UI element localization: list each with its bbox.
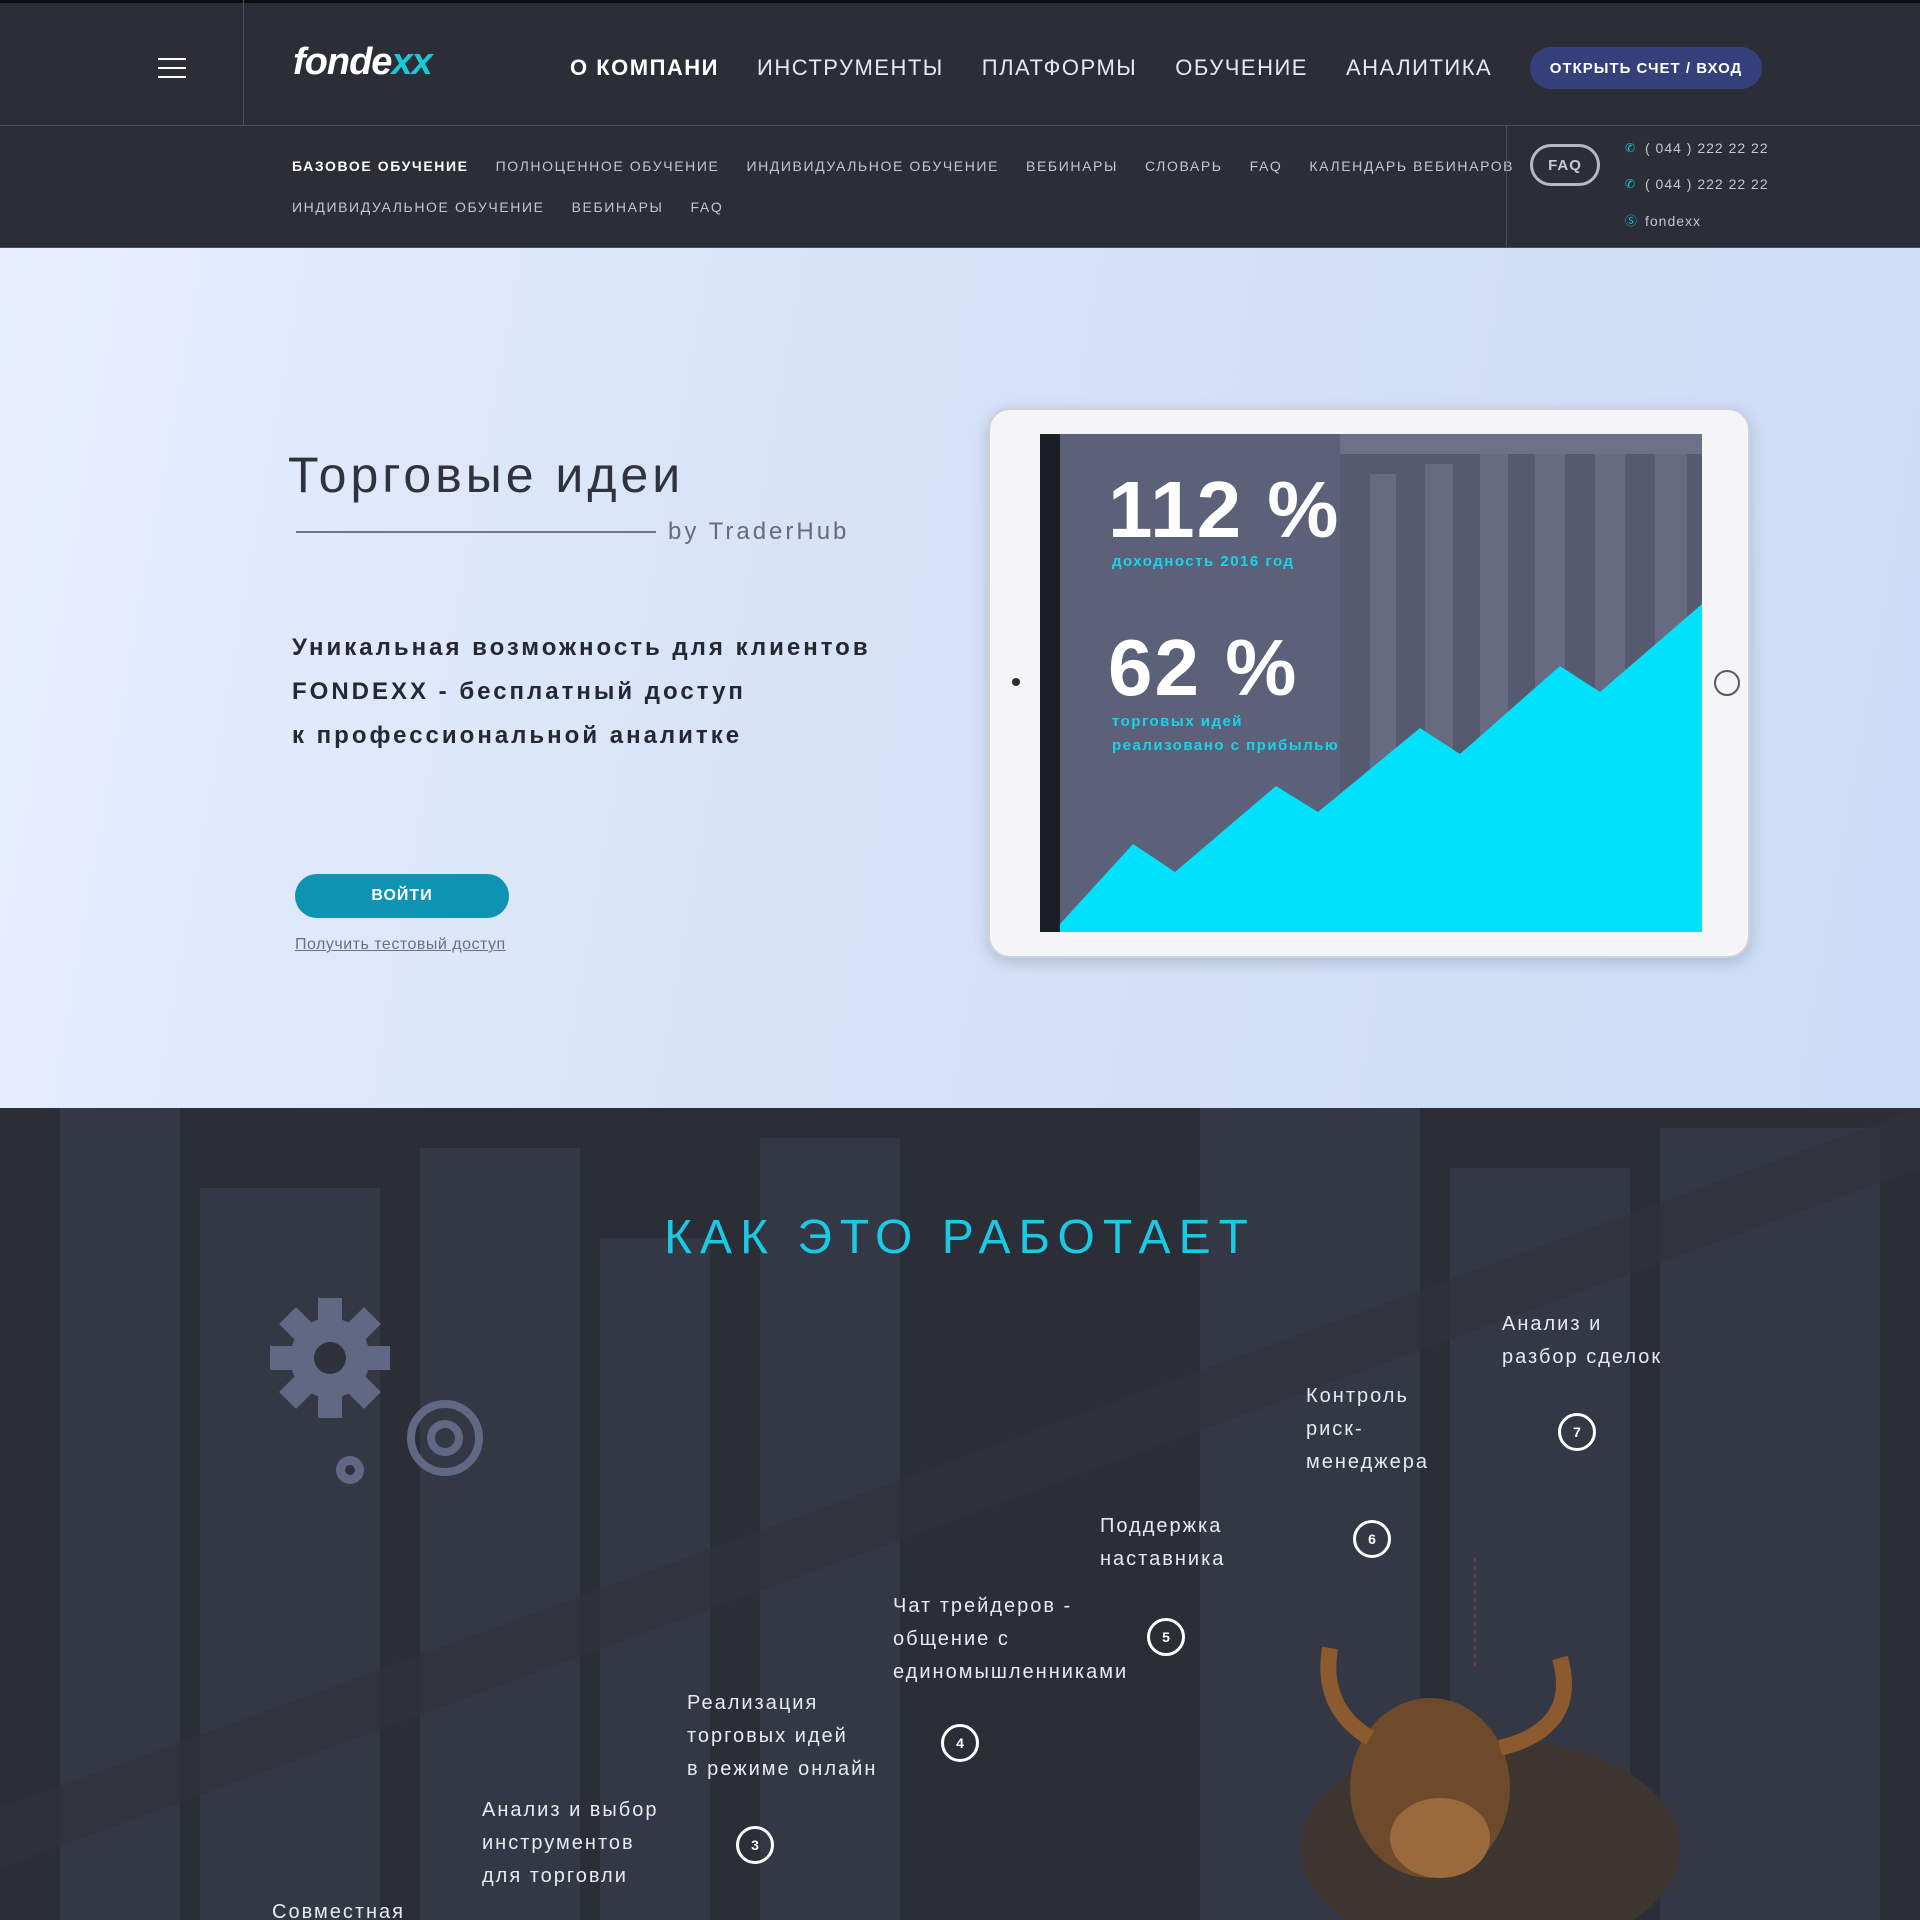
subnav-individual[interactable]: ИНДИВИДУАЛЬНОЕ ОБУЧЕНИЕ — [746, 158, 999, 174]
hero-title: Торговые идеи — [288, 447, 685, 503]
test-access-link[interactable]: Получить тестовый доступ — [295, 936, 506, 954]
step-4-number: 4 — [941, 1724, 979, 1762]
subnav-faq-2[interactable]: FAQ — [691, 199, 724, 215]
divider — [1506, 126, 1507, 248]
subnav-glossary[interactable]: СЛОВАРЬ — [1145, 158, 1223, 174]
home-button-icon — [1714, 670, 1740, 696]
phone-contact[interactable]: ✆( 044 ) 222 22 22 — [1625, 176, 1769, 192]
logo[interactable]: fondexx — [293, 41, 433, 84]
stat-label-2: торговых идей — [1112, 713, 1244, 730]
subnav-webinars-2[interactable]: ВЕБИНАРЫ — [572, 199, 664, 215]
open-account-button[interactable]: ОТКРЫТЬ СЧЕТ / ВХОД — [1530, 47, 1762, 89]
top-navigation: fondexx О КОМПАНИ ИНСТРУМЕНТЫ ПЛАТФОРМЫ … — [0, 0, 1920, 126]
hero-subtitle: by TraderHub — [668, 518, 850, 545]
camera — [1012, 678, 1020, 686]
hero-section: Торговые идеи by TraderHub Уникальная во… — [0, 248, 1920, 1108]
main-nav: О КОМПАНИ ИНСТРУМЕНТЫ ПЛАТФОРМЫ ОБУЧЕНИЕ… — [570, 55, 1492, 81]
step-3-text: Анализ и выбор инструментов для торговли — [482, 1799, 659, 1887]
stat-value-2: 62 % — [1108, 623, 1299, 712]
nav-education[interactable]: ОБУЧЕНИЕ — [1175, 55, 1308, 81]
how-it-works-section: КАК ЭТО РАБОТАЕТ Анализ и разбор сделок 7… — [0, 1108, 1920, 1920]
phone-icon: ✆ — [1625, 141, 1637, 155]
nav-analytics[interactable]: АНАЛИТИКА — [1346, 55, 1492, 81]
hero-description: Уникальная возможность для клиентов FOND… — [292, 634, 871, 749]
nav-platforms[interactable]: ПЛАТФОРМЫ — [982, 55, 1137, 81]
sub-navigation: БАЗОВОЕ ОБУЧЕНИЕ ПОЛНОЦЕННОЕ ОБУЧЕНИЕ ИН… — [0, 126, 1920, 248]
phone-icon: ✆ — [1625, 177, 1637, 191]
subnav-basic[interactable]: БАЗОВОЕ ОБУЧЕНИЕ — [292, 158, 469, 174]
skype-icon: Ⓢ — [1625, 214, 1639, 228]
gear-icon — [336, 1456, 364, 1484]
step-7-text: Анализ и разбор сделок — [1502, 1313, 1663, 1368]
login-button[interactable]: ВОЙТИ — [295, 874, 509, 918]
step-5-number: 5 — [1147, 1618, 1185, 1656]
subnav-faq[interactable]: FAQ — [1250, 158, 1283, 174]
step-4-text: Реализация торговых идей в режиме онлайн — [687, 1692, 878, 1780]
nav-instruments[interactable]: ИНСТРУМЕНТЫ — [757, 55, 944, 81]
step-risk-text: Контроль риск-менеджера — [1306, 1385, 1430, 1473]
subnav-calendar[interactable]: КАЛЕНДАРЬ ВЕБИНАРОВ — [1309, 158, 1514, 174]
subnav-row: БАЗОВОЕ ОБУЧЕНИЕ ПОЛНОЦЕННОЕ ОБУЧЕНИЕ ИН… — [292, 158, 1514, 174]
step-7-number: 7 — [1558, 1413, 1596, 1451]
gear-icon — [270, 1298, 390, 1418]
step-3-number: 3 — [736, 1826, 774, 1864]
step-6-text: Поддержка наставника — [1100, 1515, 1226, 1570]
stat-label-1: доходность 2016 год — [1112, 553, 1295, 570]
tablet-screen: 112 % доходность 2016 год 62 % торговых … — [1040, 434, 1702, 932]
tablet-mockup: 112 % доходность 2016 год 62 % торговых … — [988, 408, 1750, 958]
stat-label-3: реализовано с прибылью — [1112, 737, 1340, 754]
subnav-full[interactable]: ПОЛНОЦЕННОЕ ОБУЧЕНИЕ — [496, 158, 720, 174]
skype-contact[interactable]: Ⓢfondexx — [1625, 212, 1701, 229]
status-bar — [1040, 434, 1060, 932]
step-2-text: Совместная — [272, 1901, 405, 1920]
step-6-number: 6 — [1353, 1520, 1391, 1558]
menu-icon[interactable] — [158, 58, 186, 78]
section-title: КАК ЭТО РАБОТАЕТ — [664, 1211, 1256, 1264]
nav-about[interactable]: О КОМПАНИ — [570, 55, 719, 81]
step-5-text: Чат трейдеров - общение с единомышленникам… — [893, 1595, 1129, 1683]
phone-contact[interactable]: ✆( 044 ) 222 22 22 — [1625, 140, 1769, 156]
subnav-row: ИНДИВИДУАЛЬНОЕ ОБУЧЕНИЕ ВЕБИНАРЫ FAQ — [292, 199, 723, 215]
subnav-individual-2[interactable]: ИНДИВИДУАЛЬНОЕ ОБУЧЕНИЕ — [292, 199, 545, 215]
subnav-webinars[interactable]: ВЕБИНАРЫ — [1026, 158, 1118, 174]
faq-button[interactable]: FAQ — [1530, 144, 1600, 186]
stat-value-1: 112 % — [1108, 465, 1341, 554]
title-underline — [296, 531, 656, 533]
